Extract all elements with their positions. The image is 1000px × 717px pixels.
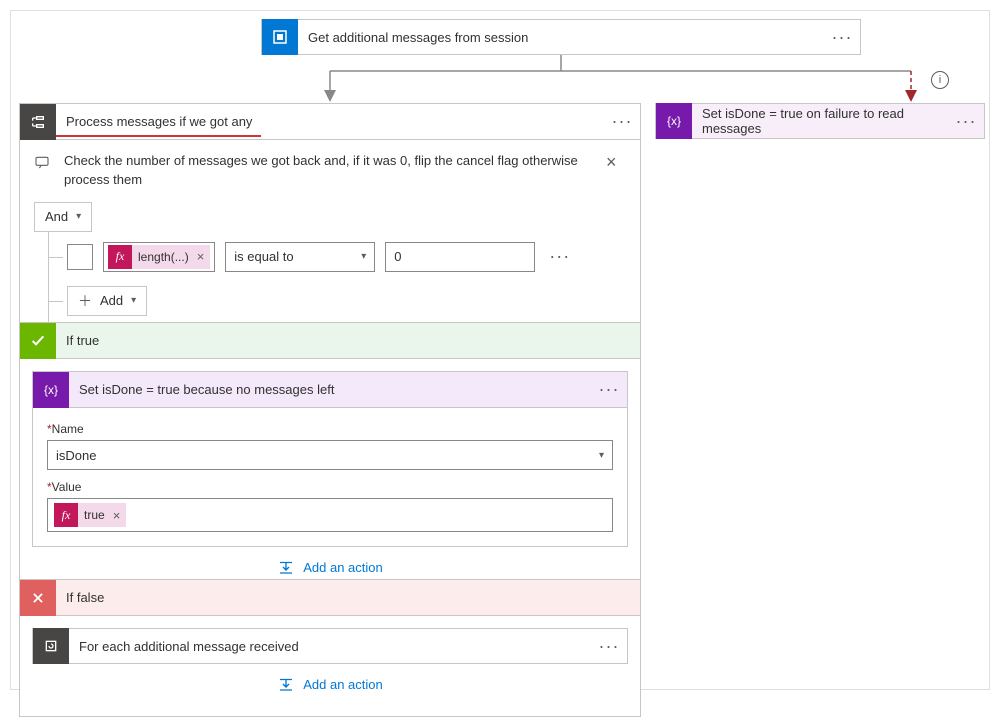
add-condition-row: ＋ Add ▾ (49, 286, 626, 316)
condition-comment-text: Check the number of messages we got back… (64, 152, 596, 190)
scope-menu-button[interactable]: ··· (824, 20, 860, 54)
value-field-label: *Value (47, 480, 613, 494)
condition-operator-dropdown[interactable]: is equal to ▾ (225, 242, 375, 272)
run-after-info-icon[interactable]: i (931, 71, 949, 89)
add-label: Add (100, 293, 123, 308)
cross-icon (20, 580, 56, 616)
chevron-down-icon: ▾ (131, 295, 136, 306)
foreach-title: For each additional message received (69, 639, 591, 654)
condition-title-text: Process messages if we got any (66, 114, 252, 129)
foreach-menu-button[interactable]: ··· (591, 629, 627, 663)
add-action-button-false[interactable]: Add an action (32, 664, 628, 704)
scope-icon (262, 19, 298, 55)
comment-close-button[interactable]: × (606, 152, 626, 173)
expression-token[interactable]: fx length(...) × (108, 245, 210, 269)
if-true-branch: If true {x} Set isDone = true because no… (19, 322, 641, 600)
chevron-down-icon: ▾ (76, 211, 81, 222)
condition-title: Process messages if we got any (56, 114, 604, 129)
condition-menu-button[interactable]: ··· (604, 105, 640, 139)
add-action-label: Add an action (303, 560, 383, 575)
if-false-label: If false (56, 590, 640, 605)
token-remove-button[interactable]: × (195, 249, 205, 264)
add-condition-button[interactable]: ＋ Add ▾ (67, 286, 147, 316)
foreach-card[interactable]: For each additional message received ··· (32, 628, 628, 664)
condition-right-operand[interactable]: 0 (385, 242, 535, 272)
add-action-label: Add an action (303, 677, 383, 692)
set-variable-card-no-messages: {x} Set isDone = true because no message… (32, 371, 628, 547)
set-variable-card-failure[interactable]: {x} Set isDone = true on failure to read… (655, 103, 985, 139)
set-variable-menu-button[interactable]: ··· (948, 104, 984, 138)
variable-icon: {x} (656, 103, 692, 139)
if-true-header[interactable]: If true (20, 323, 640, 359)
expression-text: length(...) (138, 250, 189, 264)
fx-icon: fx (54, 503, 78, 527)
fx-icon: fx (108, 245, 132, 269)
condition-comment-row: Check the number of messages we got back… (34, 152, 626, 190)
condition-row: fx length(...) × is equal to ▾ 0 · (49, 242, 626, 272)
variable-value-input[interactable]: fx true × (47, 498, 613, 532)
row-select-checkbox[interactable] (67, 244, 93, 270)
token-remove-button[interactable]: × (111, 508, 121, 523)
set-variable-title: Set isDone = true on failure to read mes… (692, 106, 948, 136)
variable-name-value: isDone (56, 448, 96, 463)
set-variable-header[interactable]: {x} Set isDone = true because no message… (33, 372, 627, 408)
group-mode-label: And (45, 209, 68, 224)
scope-title: Get additional messages from session (298, 30, 824, 45)
if-false-header[interactable]: If false (20, 580, 640, 616)
scope-card-get-additional-messages[interactable]: Get additional messages from session ··· (261, 19, 861, 55)
flow-canvas: i Get additional messages from session ·… (10, 10, 990, 690)
expression-token[interactable]: fx true × (54, 503, 126, 527)
condition-group: And ▾ fx length(...) × (34, 202, 626, 322)
condition-card: Process messages if we got any ··· Check… (19, 103, 641, 341)
add-action-icon (277, 558, 295, 576)
expression-text: true (84, 508, 105, 522)
add-action-icon (277, 675, 295, 693)
plus-icon: ＋ (78, 291, 92, 311)
variable-icon: {x} (33, 372, 69, 408)
if-false-branch: If false For each additional message rec… (19, 579, 641, 717)
variable-name-dropdown[interactable]: isDone ▾ (47, 440, 613, 470)
checkmark-icon (20, 323, 56, 359)
condition-row-menu[interactable]: ··· (545, 246, 574, 267)
foreach-icon (33, 628, 69, 664)
if-true-label: If true (56, 333, 640, 348)
chevron-down-icon: ▾ (361, 251, 366, 262)
group-mode-dropdown[interactable]: And ▾ (34, 202, 92, 232)
chevron-down-icon: ▾ (599, 450, 604, 461)
condition-icon (20, 104, 56, 140)
set-variable-inner-title: Set isDone = true because no messages le… (69, 382, 591, 397)
condition-header[interactable]: Process messages if we got any ··· (20, 104, 640, 140)
compare-value-text: 0 (394, 249, 401, 264)
condition-left-operand[interactable]: fx length(...) × (103, 242, 215, 272)
operator-label: is equal to (234, 249, 293, 264)
name-field-label: *Name (47, 422, 613, 436)
spellcheck-underline (56, 135, 261, 137)
comment-icon (34, 154, 54, 173)
set-variable-inner-menu[interactable]: ··· (591, 373, 627, 407)
